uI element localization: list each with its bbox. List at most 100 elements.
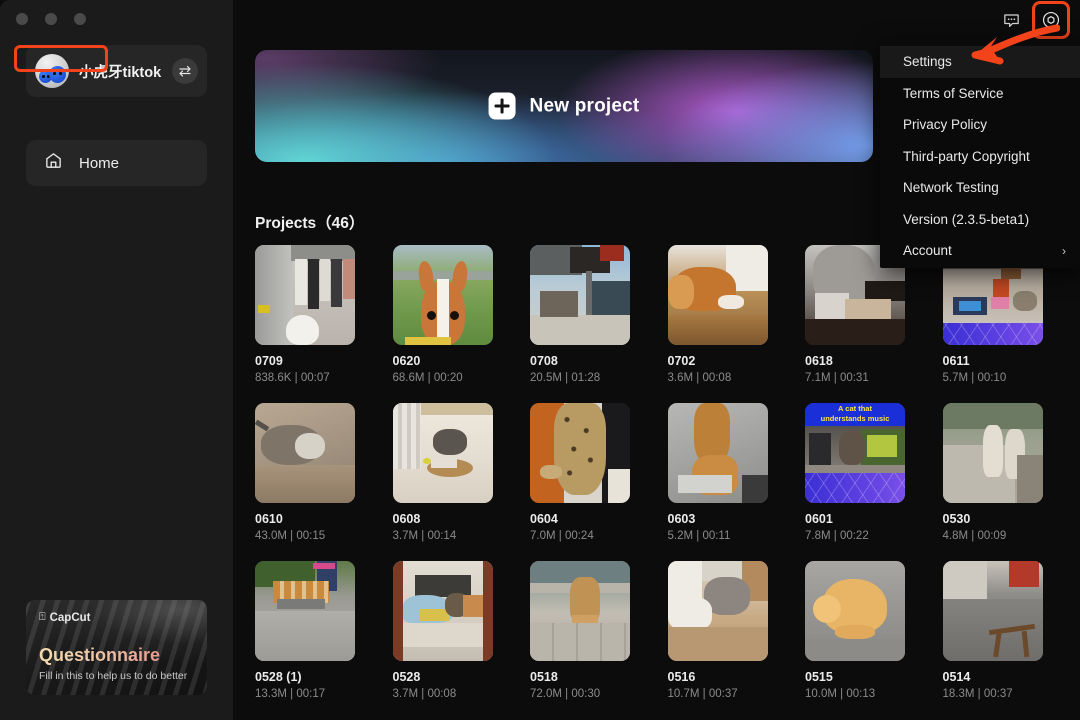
project-name: 0708 <box>530 354 558 368</box>
project-meta: 20.5M | 01:28 <box>530 372 601 384</box>
window-maximize-button[interactable] <box>74 13 86 25</box>
settings-dropdown-menu[interactable]: Settings Terms of Service Privacy Policy Th… <box>880 40 1080 268</box>
menu-item-version-2-3-5-beta1[interactable]: Version (2.3.5-beta1) <box>880 204 1080 236</box>
projects-section-title: Projects（46） <box>255 215 365 232</box>
window-close-button[interactable] <box>16 13 28 25</box>
menu-item-label: Settings <box>903 54 952 70</box>
project-meta: 7.1M | 00:31 <box>805 372 869 384</box>
project-meta: 43.0M | 00:15 <box>255 530 326 542</box>
menu-item-settings[interactable]: Settings <box>880 46 1080 78</box>
project-thumbnail[interactable] <box>255 403 355 503</box>
capcut-brand-label: CapCut <box>49 611 91 624</box>
topbar <box>233 0 1080 40</box>
avatar <box>35 54 69 88</box>
project-card[interactable]: 0515 10.0M | 00:13 <box>805 561 905 700</box>
project-card[interactable]: 0708 20.5M | 01:28 <box>530 245 630 384</box>
project-name: 0515 <box>805 670 833 684</box>
project-thumbnail[interactable] <box>805 561 905 661</box>
project-thumbnail[interactable] <box>255 245 355 345</box>
project-name: 0528 <box>392 670 421 684</box>
project-card[interactable]: 0608 3.7M | 00:14 <box>392 403 493 542</box>
sidebar-item-home[interactable]: Home <box>26 140 207 186</box>
project-card[interactable]: 0528 3.7M | 00:08 <box>392 561 493 700</box>
menu-item-network-testing[interactable]: Network Testing <box>880 172 1080 204</box>
project-name: 0601 <box>805 512 833 526</box>
project-name: 0608 <box>392 512 421 526</box>
home-icon <box>44 151 63 175</box>
project-name: 0528 (1) <box>255 670 302 684</box>
project-meta: 838.6K | 00:07 <box>255 372 330 384</box>
project-name: 0516 <box>667 670 696 684</box>
capcut-window: 小虎牙tiktok Home ⍐ CapCut Questionnaire Fi… <box>0 0 1080 720</box>
questionnaire-subtitle: Fill in this to help us to do better <box>39 670 188 682</box>
project-name: 0702 <box>667 354 696 368</box>
menu-item-third-party-copyright[interactable]: Third-party Copyright <box>880 141 1080 173</box>
project-thumbnail[interactable] <box>667 561 768 661</box>
menu-item-label: Terms of Service <box>903 85 1004 101</box>
project-thumbnail[interactable] <box>392 561 493 661</box>
project-thumbnail[interactable] <box>530 561 630 661</box>
project-meta: 5.7M | 00:10 <box>942 372 1007 384</box>
project-thumbnail[interactable] <box>255 561 355 661</box>
project-thumbnail[interactable] <box>530 245 630 345</box>
project-name: 0530 <box>942 512 971 526</box>
new-project-banner[interactable]: New project <box>255 50 873 162</box>
project-meta: 4.8M | 00:09 <box>942 530 1007 542</box>
project-meta: 18.3M | 00:37 <box>942 688 1013 700</box>
project-name: 0620 <box>392 354 421 368</box>
project-name: 0611 <box>942 354 970 368</box>
menu-item-label: Network Testing <box>903 180 999 196</box>
project-thumbnail[interactable] <box>667 245 768 345</box>
menu-item-label: Account <box>903 243 952 259</box>
project-card[interactable]: 0709 838.6K | 00:07 <box>255 245 355 384</box>
project-thumbnail[interactable] <box>942 403 1043 503</box>
project-thumbnail[interactable] <box>392 245 493 345</box>
gear-icon[interactable] <box>1032 1 1070 39</box>
project-thumbnail[interactable] <box>942 561 1043 661</box>
project-name: 0604 <box>530 512 558 526</box>
project-card[interactable]: 0518 72.0M | 00:30 <box>530 561 630 700</box>
project-thumbnail[interactable] <box>530 403 630 503</box>
switch-account-icon[interactable] <box>172 58 198 84</box>
project-card[interactable]: 0516 10.7M | 00:37 <box>667 561 768 700</box>
plus-icon <box>488 92 516 120</box>
project-name: 0514 <box>942 670 971 684</box>
project-meta: 72.0M | 00:30 <box>530 688 601 700</box>
questionnaire-title: Questionnaire <box>39 645 161 665</box>
profile-card[interactable]: 小虎牙tiktok <box>26 45 207 97</box>
project-card[interactable]: 0530 4.8M | 00:09 <box>942 403 1043 542</box>
menu-item-label: Privacy Policy <box>903 117 988 133</box>
feedback-icon[interactable] <box>998 7 1024 33</box>
project-thumbnail[interactable] <box>667 403 768 503</box>
project-card[interactable]: 0610 43.0M | 00:15 <box>255 403 355 542</box>
menu-item-account[interactable]: Account › <box>880 235 1080 267</box>
project-card[interactable]: 0603 5.2M | 00:11 <box>667 403 768 542</box>
project-card[interactable]: 0528 (1) 13.3M | 00:17 <box>255 561 355 700</box>
window-controls <box>16 13 86 25</box>
sidebar: 小虎牙tiktok Home ⍐ CapCut Questionnaire Fi… <box>0 0 233 720</box>
thumb-caption: A cat that understands music <box>820 404 890 423</box>
projects-row: 0610 43.0M | 00:15 0608 3.7M | 00:14 0604 7.0… <box>255 403 1080 542</box>
project-name: 0618 <box>805 354 833 368</box>
questionnaire-promo-card[interactable]: ⍐ CapCut Questionnaire Fill in this to h… <box>26 600 207 695</box>
project-thumbnail[interactable]: A cat that understands music <box>805 403 905 503</box>
window-minimize-button[interactable] <box>45 13 57 25</box>
project-meta: 7.8M | 00:22 <box>805 530 869 542</box>
profile-name: 小虎牙tiktok <box>79 64 162 81</box>
menu-item-privacy-policy[interactable]: Privacy Policy <box>880 109 1080 141</box>
project-card[interactable]: 0620 68.6M | 00:20 <box>392 245 493 384</box>
projects-row: 0528 (1) 13.3M | 00:17 0528 3.7M | 00:08 051… <box>255 561 1080 700</box>
project-name: 0518 <box>530 670 558 684</box>
project-thumbnail[interactable] <box>392 403 493 503</box>
project-card[interactable]: A cat that understands music 0601 7.8M | 00… <box>805 403 905 542</box>
capcut-logo: ⍐ CapCut <box>39 611 91 624</box>
project-meta: 10.7M | 00:37 <box>667 688 738 700</box>
menu-item-terms-of-service[interactable]: Terms of Service <box>880 78 1080 110</box>
new-project-cta[interactable]: New project <box>488 92 640 120</box>
project-meta: 68.6M | 00:20 <box>392 372 463 384</box>
project-card[interactable]: 0514 18.3M | 00:37 <box>942 561 1043 700</box>
project-card[interactable]: 0604 7.0M | 00:24 <box>530 403 630 542</box>
menu-item-label: Version (2.3.5-beta1) <box>903 211 1030 227</box>
capcut-mark-icon: ⍐ <box>39 611 46 623</box>
project-card[interactable]: 0702 3.6M | 00:08 <box>667 245 768 384</box>
